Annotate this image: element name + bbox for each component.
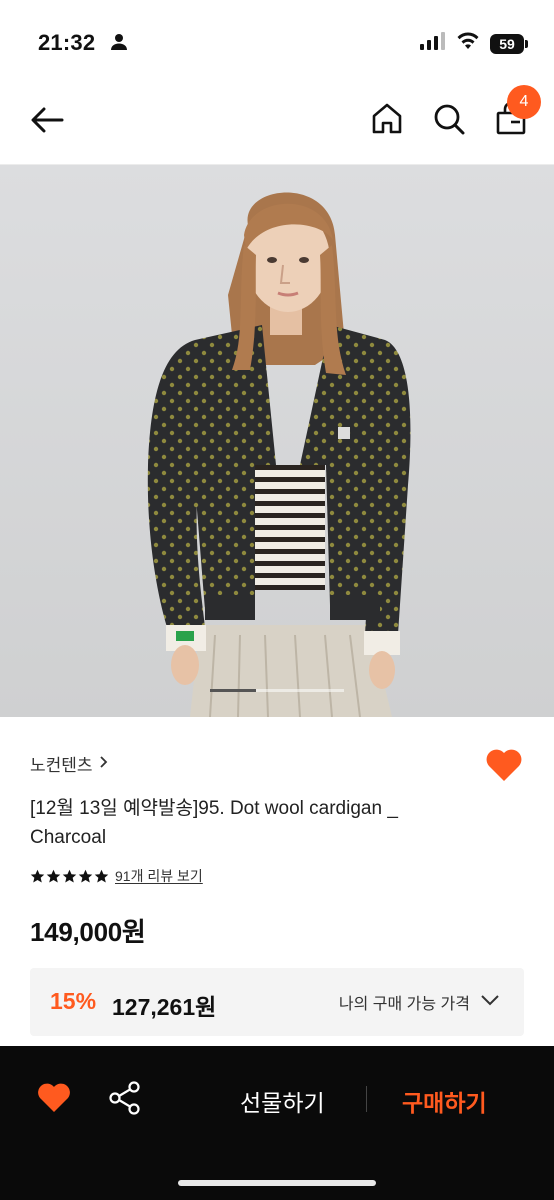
battery-indicator: 59 [490, 33, 528, 54]
product-price: 149,000원 [30, 917, 146, 947]
buy-button[interactable]: 구매하기 [402, 1084, 487, 1118]
brand-name: 노컨텐츠 [30, 756, 93, 775]
discount-price-box[interactable]: 15% 127,261원 나의 구매 가능 가격 [30, 968, 524, 1036]
status-time: 21:32 [38, 30, 96, 55]
star-icon [62, 869, 77, 882]
chevron-right-icon [99, 754, 109, 774]
brand-link[interactable]: 노컨텐츠 [30, 751, 109, 776]
image-slider-indicator [210, 689, 344, 692]
my-price-toggle[interactable]: 나의 구매 가능 가격 [339, 990, 500, 1014]
star-icon [30, 869, 45, 882]
chevron-down-icon [480, 993, 500, 1011]
top-nav [0, 80, 554, 165]
star-icon [94, 869, 109, 882]
back-arrow-icon[interactable] [28, 100, 68, 140]
person-icon [110, 33, 128, 56]
search-icon[interactable] [430, 100, 468, 138]
rating-row: 91개 리뷰 보기 [30, 866, 203, 886]
heart-icon[interactable] [484, 747, 524, 783]
home-icon[interactable] [368, 100, 406, 138]
review-link[interactable]: 91개 리뷰 보기 [115, 866, 203, 886]
discount-price: 127,261원 [112, 994, 217, 1020]
home-indicator [178, 1180, 376, 1186]
wifi-icon [456, 32, 480, 55]
cart-count-badge: 4 [507, 85, 541, 119]
heart-icon[interactable] [36, 1082, 72, 1114]
status-bar: 21:32 59 [0, 0, 554, 80]
signal-icon [420, 32, 446, 55]
product-photo-illustration [0, 165, 554, 717]
discount-rate: 15% [50, 988, 97, 1014]
status-indicators: 59 [420, 32, 528, 55]
my-price-label: 나의 구매 가능 가격 [338, 996, 470, 1013]
gift-button[interactable]: 선물하기 [240, 1084, 325, 1118]
share-icon[interactable] [108, 1080, 142, 1116]
slider-active-segment [210, 689, 256, 692]
divider [366, 1086, 367, 1112]
star-icon [78, 869, 93, 882]
rating-stars [30, 869, 109, 884]
product-image[interactable] [0, 165, 554, 717]
star-icon [46, 869, 61, 882]
bottom-action-bar: 선물하기 구매하기 [0, 1046, 554, 1200]
product-title: [12월 13일 예약발송]95. Dot wool cardigan _ Ch… [30, 798, 398, 848]
